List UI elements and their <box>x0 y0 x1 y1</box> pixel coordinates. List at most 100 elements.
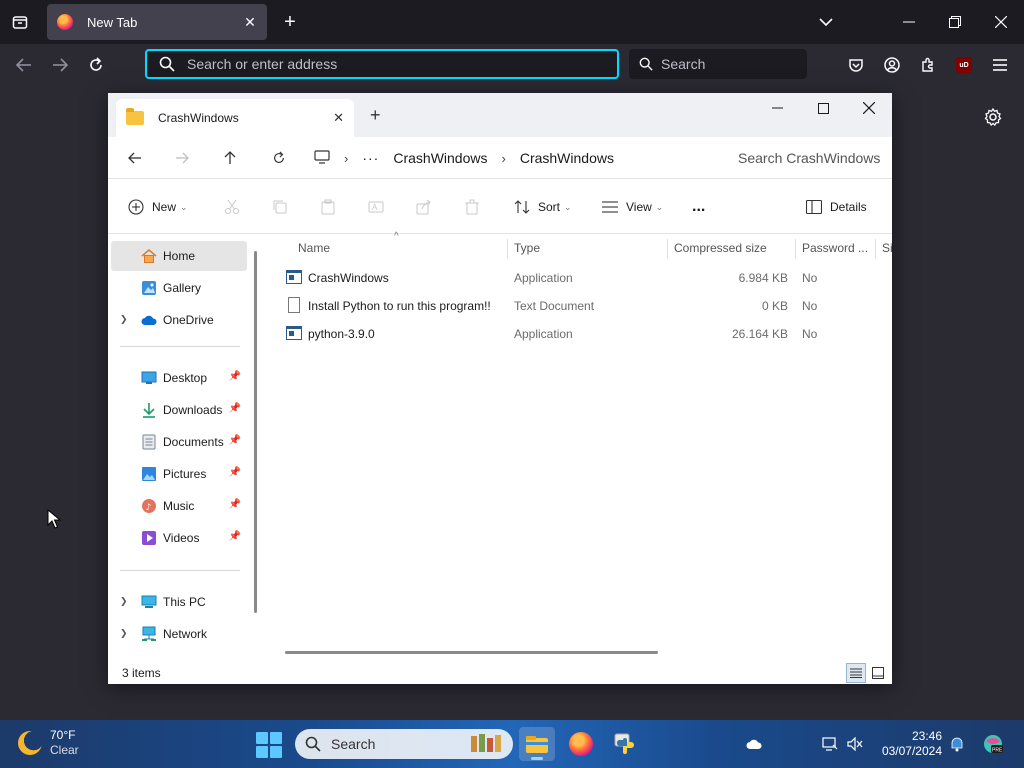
url-input[interactable] <box>187 56 587 72</box>
back-button[interactable] <box>11 52 37 78</box>
active-app-indicator <box>531 757 543 760</box>
sidebar-item-music[interactable]: ♪ Music 📌 <box>111 491 247 521</box>
web-search-bar[interactable] <box>629 49 807 79</box>
paste-button[interactable] <box>320 194 336 220</box>
chevron-right-icon[interactable]: ❯ <box>120 628 128 639</box>
explorer-back-button[interactable] <box>124 147 146 169</box>
more-options-button[interactable]: ... <box>692 194 705 220</box>
breadcrumb-overflow-button[interactable]: ··· <box>362 150 379 166</box>
table-row[interactable]: python-3.9.0 Application 26.164 KB No <box>276 321 892 347</box>
column-header-size[interactable]: Si <box>882 235 892 261</box>
weather-widget[interactable]: 70°F Clear <box>18 728 79 758</box>
app-menu-button[interactable] <box>987 52 1013 78</box>
forward-button[interactable] <box>47 52 73 78</box>
new-tab-button[interactable]: + <box>278 10 302 34</box>
chevron-right-icon[interactable]: ❯ <box>120 596 128 607</box>
tray-copilot[interactable]: PRE <box>981 734 1005 754</box>
sidebar-item-downloads[interactable]: Downloads 📌 <box>111 395 247 425</box>
details-view-button[interactable] <box>846 663 866 683</box>
explorer-search-input[interactable] <box>738 150 888 166</box>
column-header-type[interactable]: Type <box>514 235 664 261</box>
column-header-name[interactable]: Name <box>298 235 508 261</box>
explorer-close-button[interactable] <box>846 93 892 123</box>
column-separator[interactable] <box>875 239 876 259</box>
sidebar-item-pictures[interactable]: Pictures 📌 <box>111 459 247 489</box>
explorer-new-tab-button[interactable]: + <box>370 105 381 126</box>
list-all-tabs-button[interactable] <box>814 12 838 32</box>
column-header-password[interactable]: Password ... <box>802 235 874 261</box>
delete-button[interactable] <box>464 194 480 220</box>
browser-tab-new-tab[interactable]: New Tab ✕ <box>47 4 267 40</box>
sidebar-scrollbar[interactable] <box>254 251 257 613</box>
sidebar-item-label: Home <box>163 249 196 263</box>
sidebar-item-home[interactable]: Home <box>111 241 247 271</box>
start-button[interactable] <box>256 732 282 758</box>
breadcrumb-item[interactable]: CrashWindows <box>393 150 487 166</box>
taskbar-firefox[interactable] <box>563 727 599 761</box>
file-list-horizontal-scrollbar[interactable] <box>285 651 658 654</box>
table-row[interactable]: CrashWindows Application 6.984 KB No <box>276 265 892 291</box>
explorer-tab-title: CrashWindows <box>158 111 239 125</box>
view-button[interactable]: View ⌄ <box>602 194 663 220</box>
breadcrumb-separator-icon[interactable]: › <box>501 151 505 166</box>
minimize-button[interactable] <box>886 0 932 44</box>
tiles-view-button[interactable] <box>868 663 888 683</box>
close-window-button[interactable] <box>978 0 1024 44</box>
tray-network[interactable] <box>820 734 840 754</box>
tray-notifications[interactable] <box>947 734 967 754</box>
explorer-minimize-button[interactable] <box>754 93 800 123</box>
column-separator[interactable] <box>795 239 796 259</box>
search-highlight-icon <box>467 732 507 757</box>
sidebar-item-this-pc[interactable]: ❯ This PC <box>111 587 247 617</box>
explorer-up-button[interactable] <box>219 147 241 169</box>
sidebar-item-label: Pictures <box>163 467 207 481</box>
sidebar-item-documents[interactable]: Documents 📌 <box>111 427 247 457</box>
explorer-search-box[interactable] <box>728 141 892 175</box>
breadcrumb-separator-icon[interactable]: › <box>344 151 348 166</box>
tray-sound[interactable] <box>845 734 865 754</box>
sidebar-item-onedrive[interactable]: ❯ OneDrive <box>111 305 247 335</box>
column-separator[interactable] <box>667 239 668 259</box>
sidebar-item-gallery[interactable]: Gallery <box>111 273 247 303</box>
tray-onedrive[interactable] <box>744 734 764 754</box>
taskbar-search-box[interactable]: Search <box>295 729 513 759</box>
share-button[interactable] <box>416 194 432 220</box>
sidebar-item-desktop[interactable]: Desktop 📌 <box>111 363 247 393</box>
search-icon <box>159 56 175 72</box>
close-icon[interactable]: ✕ <box>241 13 259 31</box>
explorer-tab-crashwindows[interactable]: CrashWindows ✕ <box>116 99 354 137</box>
rename-button[interactable]: A <box>368 194 384 220</box>
pocket-button[interactable] <box>843 52 869 78</box>
table-row[interactable]: Install Python to run this program!! Tex… <box>276 293 892 319</box>
web-search-input[interactable] <box>661 56 801 72</box>
sidebar-item-network[interactable]: ❯ Network <box>111 619 247 649</box>
monitor-icon[interactable] <box>314 149 330 167</box>
firefox-view-button[interactable] <box>6 10 34 34</box>
explorer-maximize-button[interactable] <box>800 93 846 123</box>
cut-button[interactable] <box>224 194 240 220</box>
column-separator[interactable] <box>507 239 508 259</box>
taskbar-file-explorer[interactable] <box>519 727 555 761</box>
restore-button[interactable] <box>932 0 978 44</box>
account-button[interactable] <box>879 52 905 78</box>
taskbar-python-installer[interactable] <box>607 727 643 761</box>
breadcrumb-item-current[interactable]: CrashWindows <box>520 150 614 166</box>
chevron-right-icon[interactable]: ❯ <box>120 314 128 325</box>
url-bar[interactable] <box>145 49 619 79</box>
copy-button[interactable] <box>272 194 288 220</box>
close-icon[interactable]: ✕ <box>333 110 344 126</box>
explorer-refresh-button[interactable] <box>268 147 290 169</box>
details-pane-button[interactable]: Details <box>806 194 867 220</box>
newtab-settings-button[interactable] <box>980 104 1006 130</box>
reload-button[interactable] <box>83 52 109 78</box>
onedrive-cloud-icon <box>141 312 157 328</box>
column-header-compressed-size[interactable]: Compressed size <box>674 235 794 261</box>
extensions-button[interactable] <box>915 52 941 78</box>
sidebar-item-videos[interactable]: Videos 📌 <box>111 523 247 553</box>
new-button[interactable]: New ⌄ <box>128 194 188 220</box>
sort-button[interactable]: Sort ⌄ <box>514 194 572 220</box>
file-type: Text Document <box>514 299 595 313</box>
explorer-forward-button[interactable] <box>171 147 193 169</box>
ublock-button[interactable]: uD <box>951 52 977 78</box>
system-clock[interactable]: 23:46 03/07/2024 <box>872 729 942 759</box>
